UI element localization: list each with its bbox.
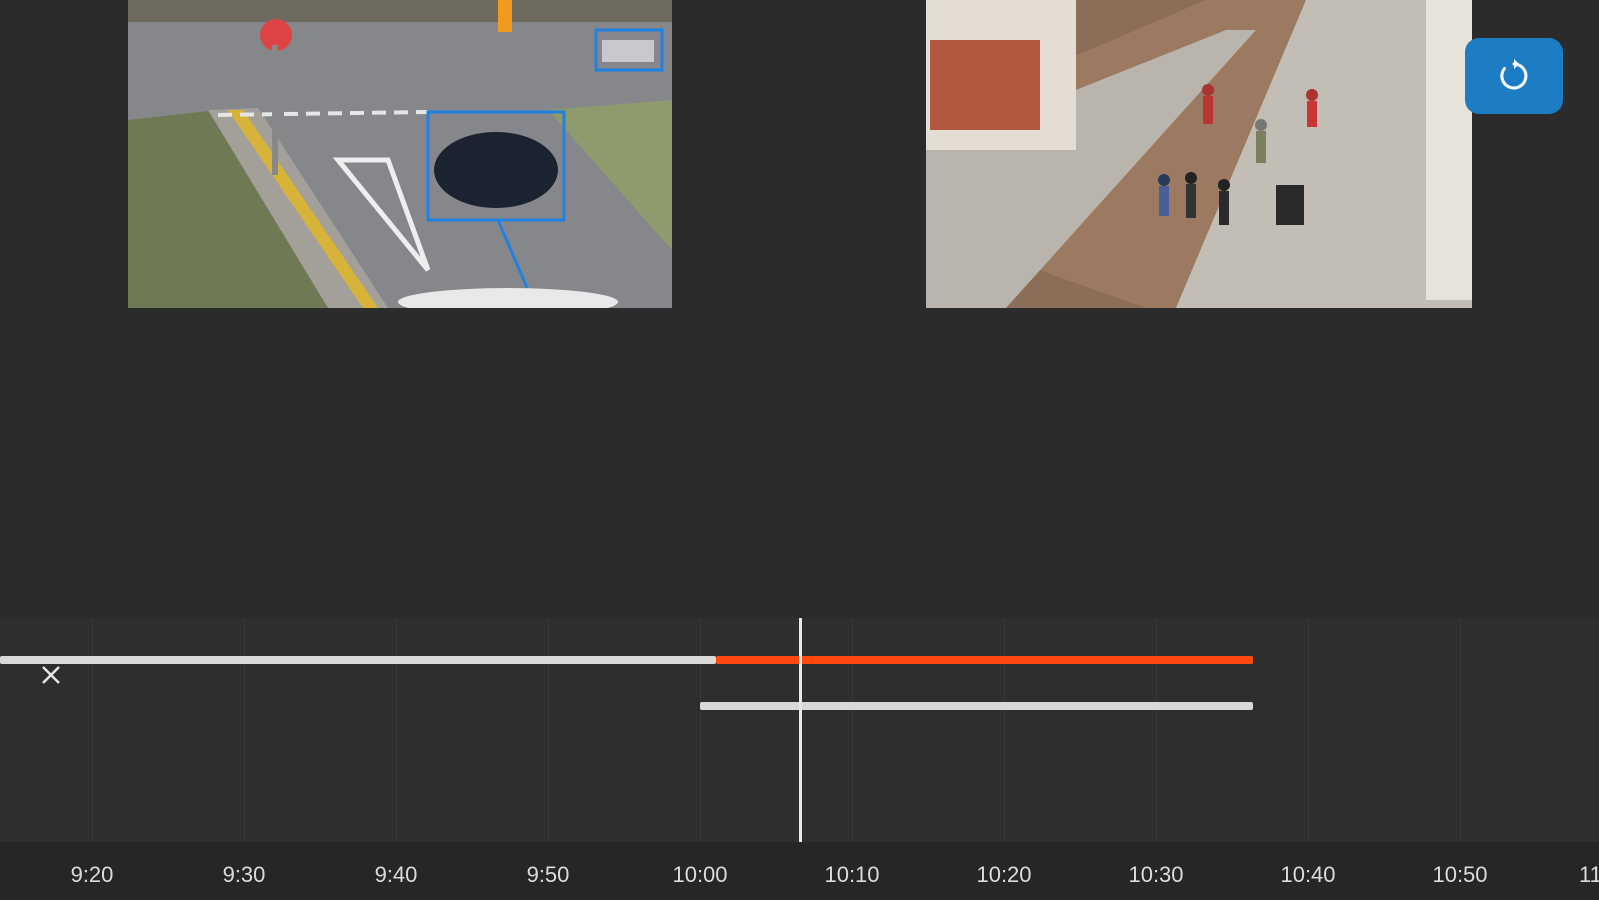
- refresh-button[interactable]: [1465, 38, 1563, 114]
- gridline: [396, 618, 397, 842]
- tick-label: 9:40: [374, 862, 418, 887]
- track-segment-active[interactable]: [716, 656, 1253, 664]
- gridline: [92, 618, 93, 842]
- playhead[interactable]: [799, 618, 802, 842]
- gridline: [700, 618, 701, 842]
- tick-label: 9:20: [70, 862, 114, 887]
- gridline: [1308, 618, 1309, 842]
- tick-label: 10:10: [824, 862, 880, 887]
- street-scene: [926, 0, 1472, 308]
- track-segment-history[interactable]: [0, 656, 716, 664]
- tick-label: 10:00: [672, 862, 728, 887]
- tick-label: 11: [1579, 862, 1599, 887]
- timeline[interactable]: [0, 618, 1599, 842]
- tick-label: 9:50: [526, 862, 570, 887]
- traffic-scene: [128, 0, 672, 308]
- gridline: [1156, 618, 1157, 842]
- tick-label: 10:50: [1432, 862, 1488, 887]
- close-track-button[interactable]: [38, 662, 64, 688]
- tick-label: 10:30: [1128, 862, 1184, 887]
- tick-label: 10:40: [1280, 862, 1336, 887]
- tick-label: 9:30: [222, 862, 266, 887]
- tick-label: 10:20: [976, 862, 1032, 887]
- gridline: [548, 618, 549, 842]
- gridline: [1004, 618, 1005, 842]
- time-axis: 9:20 9:30 9:40 9:50 10:00 10:10 10:20 10…: [0, 842, 1599, 900]
- gridline: [852, 618, 853, 842]
- track-segment-second[interactable]: [700, 702, 1253, 710]
- gridline: [1460, 618, 1461, 842]
- close-icon: [42, 666, 60, 684]
- traffic-camera-feed[interactable]: [128, 0, 672, 308]
- refresh-icon: [1500, 59, 1528, 90]
- gridline: [244, 618, 245, 842]
- street-camera-feed[interactable]: [926, 0, 1472, 308]
